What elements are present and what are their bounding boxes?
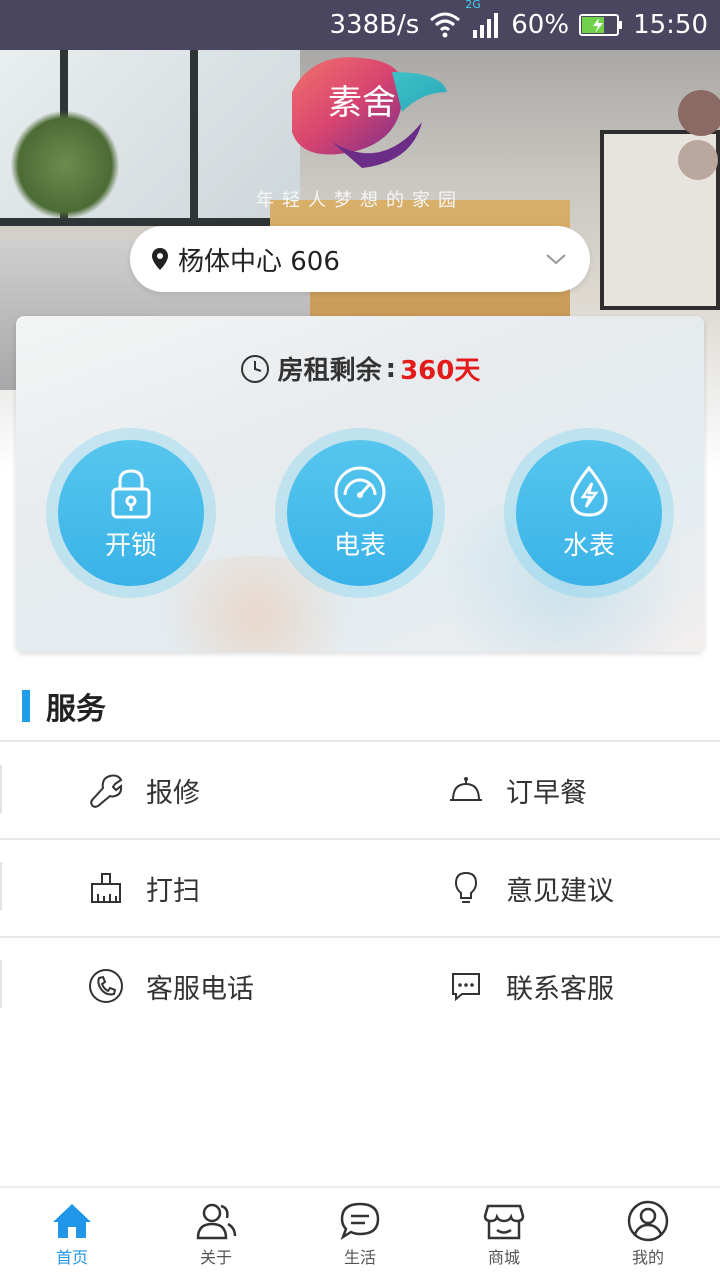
room-card: 房租剩余 : 360天 开锁 电表 水表 xyxy=(16,316,704,652)
water-meter-label: 水表 xyxy=(562,530,615,561)
bottom-tab-bar: 首页 关于 生活 商城 我的 xyxy=(0,1186,720,1280)
tab-about[interactable]: 关于 xyxy=(144,1188,288,1280)
tab-label: 首页 xyxy=(55,1248,88,1267)
service-feedback[interactable]: 意见建议 xyxy=(448,840,614,936)
section-accent-bar xyxy=(22,690,30,722)
chevron-down-icon xyxy=(546,254,566,265)
network-speed: 338B/s xyxy=(329,10,420,40)
signal-icon: 2G xyxy=(465,0,501,38)
chat-bubble-icon xyxy=(340,1202,380,1241)
location-pin-icon xyxy=(152,248,168,270)
tab-life[interactable]: 生活 xyxy=(288,1188,432,1280)
people-icon xyxy=(196,1203,237,1240)
service-label: 订早餐 xyxy=(506,777,587,809)
location-text: 杨体中心 606 xyxy=(178,246,340,277)
electric-meter-button[interactable]: 电表 xyxy=(275,428,445,598)
services-header: 服务 xyxy=(22,684,106,728)
battery-level: 60% xyxy=(511,10,570,40)
service-repair[interactable]: 报修 xyxy=(88,742,200,838)
broom-icon xyxy=(91,873,121,903)
logo-text: 素舍 xyxy=(328,83,396,123)
location-selector[interactable]: 杨体中心 606 xyxy=(130,226,590,292)
tab-mine[interactable]: 我的 xyxy=(576,1188,720,1280)
service-label: 意见建议 xyxy=(506,875,614,907)
services-title: 服务 xyxy=(46,692,106,727)
wifi-icon xyxy=(429,12,461,38)
brand-logo: 素舍 xyxy=(272,52,452,170)
status-bar: 338B/s 2G 60% 15:50 xyxy=(0,0,720,50)
tab-label: 我的 xyxy=(631,1248,664,1267)
water-meter-button[interactable]: 水表 xyxy=(504,428,674,598)
battery-icon xyxy=(579,13,623,37)
store-icon xyxy=(483,1204,525,1240)
network-type: 2G xyxy=(465,0,481,11)
service-breakfast[interactable]: 订早餐 xyxy=(448,742,587,838)
service-phone[interactable]: 客服电话 xyxy=(88,938,254,1034)
service-label: 联系客服 xyxy=(506,973,614,1005)
rent-label: 房租剩余 xyxy=(277,356,382,386)
tab-home[interactable]: 首页 xyxy=(0,1188,144,1280)
service-label: 报修 xyxy=(146,777,200,809)
electric-meter-label: 电表 xyxy=(333,530,386,561)
food-cover-icon xyxy=(450,777,482,801)
phone-icon xyxy=(89,969,123,1003)
chat-icon xyxy=(452,973,480,1002)
service-label: 打扫 xyxy=(146,875,200,907)
rent-remaining: 房租剩余 : 360天 xyxy=(16,350,704,387)
unlock-button[interactable]: 开锁 xyxy=(46,428,216,598)
home-icon xyxy=(53,1204,91,1238)
wrench-icon xyxy=(90,774,123,808)
tab-store[interactable]: 商城 xyxy=(432,1188,576,1280)
rent-value: 360天 xyxy=(400,356,481,386)
unlock-label: 开锁 xyxy=(104,530,157,561)
bulb-icon xyxy=(454,871,478,903)
tab-label: 生活 xyxy=(343,1248,376,1267)
lock-icon xyxy=(111,468,151,518)
water-icon xyxy=(570,465,608,517)
clock-time: 15:50 xyxy=(633,10,708,40)
service-contact[interactable]: 联系客服 xyxy=(448,938,614,1034)
clock-icon xyxy=(240,354,269,383)
rent-separator: : xyxy=(385,353,397,384)
tab-label: 商城 xyxy=(487,1248,520,1267)
service-label: 客服电话 xyxy=(146,973,254,1005)
tab-label: 关于 xyxy=(199,1248,232,1267)
tagline: 年轻人梦想的家园 xyxy=(256,190,464,211)
hero-plant-image xyxy=(10,110,120,220)
user-icon xyxy=(627,1200,669,1242)
meter-icon xyxy=(334,466,386,517)
service-cleaning[interactable]: 打扫 xyxy=(88,840,200,936)
